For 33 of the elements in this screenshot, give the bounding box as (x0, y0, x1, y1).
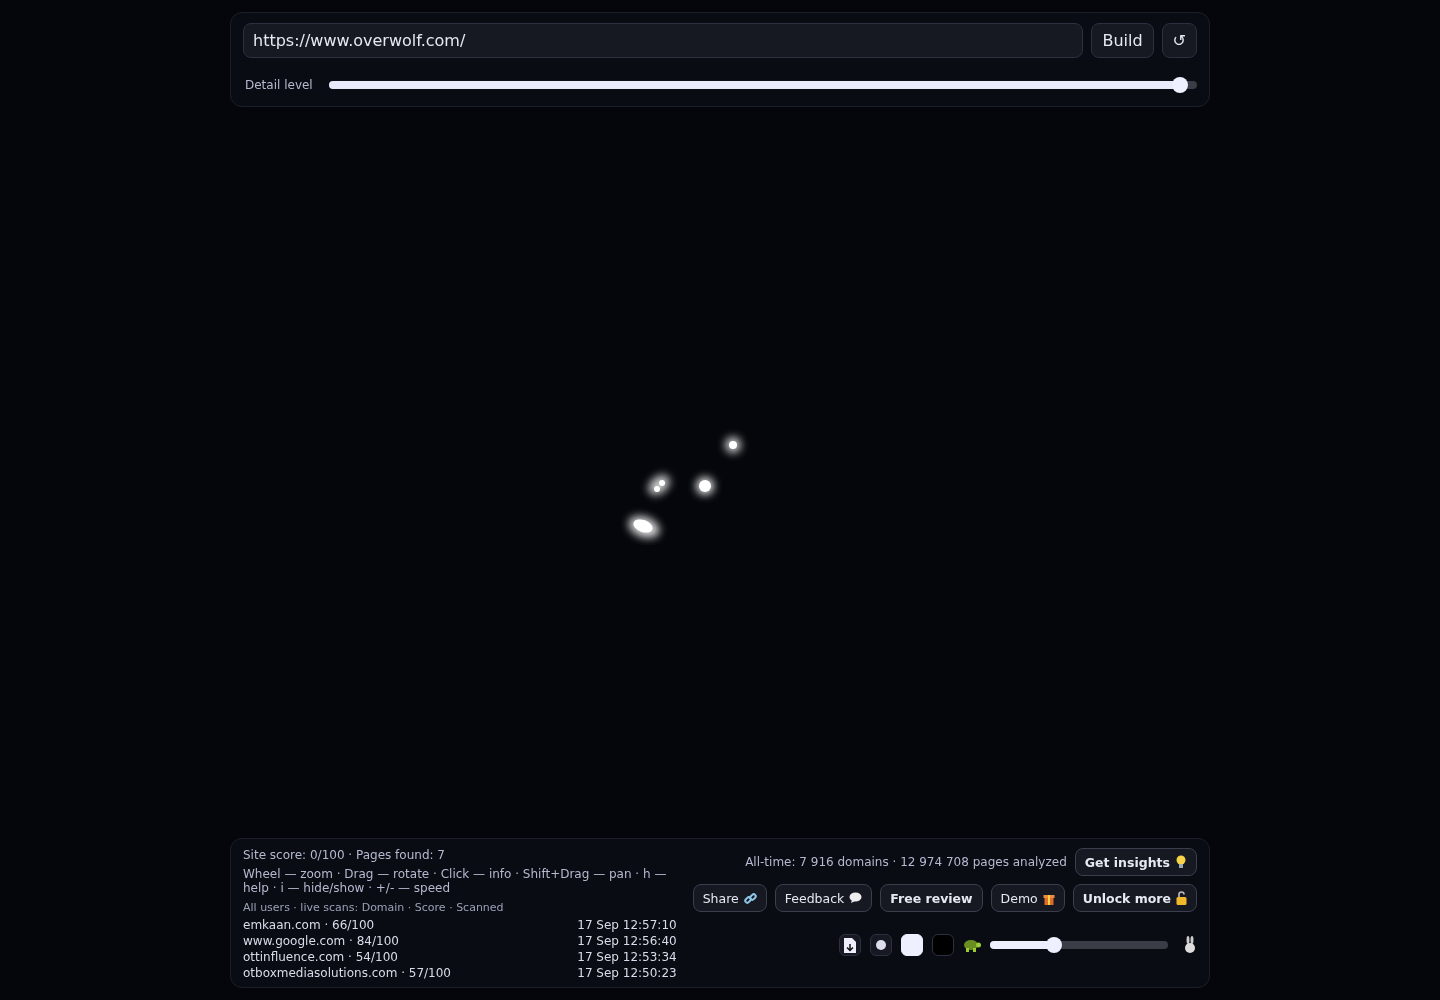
light-theme-button[interactable] (901, 934, 923, 956)
lightbulb-icon (1175, 855, 1187, 869)
action-button[interactable]: Feedback (774, 884, 873, 912)
link-icon (743, 891, 757, 905)
turtle-icon (963, 938, 981, 952)
speech-bubble-icon (849, 892, 863, 904)
scan-time: 17 Sep 12:56:40 (577, 933, 677, 949)
action-button[interactable]: Free review (880, 884, 983, 912)
live-scans-heading: All users · live scans: Domain · Score · Scanned (243, 901, 505, 914)
scan-domain: ottinfluence.com · 54/100 (243, 949, 398, 965)
action-button[interactable]: Get insights (1074, 848, 1197, 876)
action-button[interactable]: Unlock more (1072, 884, 1197, 912)
file-download-icon (844, 937, 856, 953)
scan-domain: emkaan.com · 66/100 (243, 917, 375, 933)
all-time-stats: All-time: 7 916 domains · 12 974 708 pages analyzed (745, 855, 1067, 869)
dot-icon (876, 940, 886, 950)
reload-button[interactable]: ↺ (1161, 23, 1197, 58)
action-button[interactable]: Demo (990, 884, 1065, 912)
scan-time: 17 Sep 12:50:23 (577, 965, 677, 981)
action-button[interactable]: Share (692, 884, 767, 912)
scan-time: 17 Sep 12:53:34 (577, 949, 677, 965)
site-score-text: Site score: 0/100 · Pages found: 7 (243, 848, 446, 862)
detail-level-label: Detail level (245, 78, 313, 92)
build-button[interactable]: Build (1091, 23, 1154, 58)
rabbit-icon (1183, 936, 1197, 954)
help-text: Wheel — zoom · Drag — rotate · Click — info · Shift+Drag — pan · h — help · i — hide/show · +/- — speed (243, 867, 668, 895)
scan-domain: www.google.com · 84/100 (243, 933, 399, 949)
padlock-icon (1176, 891, 1187, 905)
dot-button[interactable] (870, 934, 892, 956)
url-field[interactable]: https://www.overwolf.com/ (243, 23, 1084, 58)
download-button[interactable] (839, 934, 861, 956)
scan-domain: otboxmediasolutions.com · 57/100 (243, 965, 451, 981)
scan-time: 17 Sep 12:57:10 (577, 917, 677, 933)
